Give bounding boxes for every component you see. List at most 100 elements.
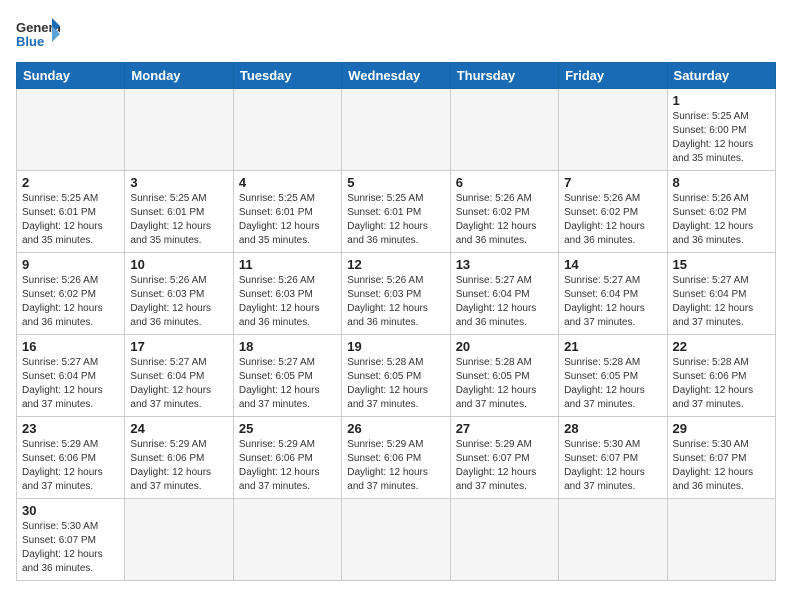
logo: General Blue (16, 16, 60, 54)
calendar-cell (342, 499, 450, 581)
weekday-header-saturday: Saturday (667, 63, 775, 89)
calendar-cell: 22Sunrise: 5:28 AMSunset: 6:06 PMDayligh… (667, 335, 775, 417)
calendar-week-row: 16Sunrise: 5:27 AMSunset: 6:04 PMDayligh… (17, 335, 776, 417)
day-number: 14 (564, 257, 661, 272)
calendar-cell: 21 Sunrise: 5:28 AMSunset: 6:05 PMDayligh… (559, 335, 667, 417)
weekday-header-wednesday: Wednesday (342, 63, 450, 89)
day-info: Sunrise: 5:30 AMSunset: 6:07 PMDaylight:… (564, 438, 661, 494)
calendar-cell: 17Sunrise: 5:27 AMSunset: 6:04 PMDayligh… (125, 335, 233, 417)
weekday-header-monday: Monday (125, 63, 233, 89)
calendar-cell: 1Sunrise: 5:25 AMSunset: 6:00 PMDaylight… (667, 89, 775, 171)
weekday-header-tuesday: Tuesday (233, 63, 341, 89)
day-info: Sunrise: 5:26 AMSunset: 6:03 PMDaylight:… (347, 274, 444, 330)
calendar-cell: 12 Sunrise: 5:26 AMSunset: 6:03 PMDayligh… (342, 253, 450, 335)
weekday-header-row: SundayMondayTuesdayWednesdayThursdayFrid… (17, 63, 776, 89)
calendar-cell: 23Sunrise: 5:29 AMSunset: 6:06 PMDayligh… (17, 417, 125, 499)
weekday-header-thursday: Thursday (450, 63, 558, 89)
calendar-cell (125, 499, 233, 581)
day-number: 13 (456, 257, 553, 272)
calendar-cell: 5 Sunrise: 5:25 AMSunset: 6:01 PMDaylight… (342, 171, 450, 253)
day-number: 4 (239, 175, 336, 190)
day-number: 1 (673, 93, 770, 108)
day-info: Sunrise: 5:25 AMSunset: 6:01 PMDaylight:… (22, 192, 119, 248)
calendar-cell (233, 499, 341, 581)
day-info: Sunrise: 5:29 AMSunset: 6:06 PMDaylight:… (347, 438, 444, 494)
day-number: 23 (22, 421, 119, 436)
calendar-cell: 10Sunrise: 5:26 AMSunset: 6:03 PMDayligh… (125, 253, 233, 335)
calendar-cell (559, 499, 667, 581)
calendar-cell: 14 Sunrise: 5:27 AMSunset: 6:04 PMDayligh… (559, 253, 667, 335)
calendar-week-row: 23 Sunrise: 5:29 AMSunset: 6:06 PMDayligh… (17, 417, 776, 499)
calendar-cell: 7 Sunrise: 5:26 AMSunset: 6:02 PMDaylight… (559, 171, 667, 253)
day-info: Sunrise: 5:25 AMSunset: 6:01 PMDaylight:… (239, 192, 336, 248)
calendar-cell: 30Sunrise: 5:30 AMSunset: 6:07 PMDayligh… (17, 499, 125, 581)
calendar-cell: 26 Sunrise: 5:29 AMSunset: 6:06 PMDayligh… (342, 417, 450, 499)
day-info: Sunrise: 5:26 AMSunset: 6:02 PMDaylight:… (22, 274, 119, 330)
day-info: Sunrise: 5:29 AMSunset: 6:06 PMDaylight:… (239, 438, 336, 494)
day-info: Sunrise: 5:25 AMSunset: 6:01 PMDaylight:… (130, 192, 227, 248)
day-number: 7 (564, 175, 661, 190)
day-number: 18 (239, 339, 336, 354)
day-number: 9 (22, 257, 119, 272)
day-number: 19 (347, 339, 444, 354)
day-number: 20 (456, 339, 553, 354)
calendar-cell: 9 Sunrise: 5:26 AMSunset: 6:02 PMDaylight… (17, 253, 125, 335)
day-info: Sunrise: 5:26 AMSunset: 6:03 PMDaylight:… (239, 274, 336, 330)
calendar-cell: 8 Sunrise: 5:26 AMSunset: 6:02 PMDaylight… (667, 171, 775, 253)
day-info: Sunrise: 5:29 AMSunset: 6:06 PMDaylight:… (130, 438, 227, 494)
weekday-header-sunday: Sunday (17, 63, 125, 89)
day-info: Sunrise: 5:27 AMSunset: 6:04 PMDaylight:… (673, 274, 770, 330)
logo-icon: General Blue (16, 16, 60, 54)
day-number: 26 (347, 421, 444, 436)
day-info: Sunrise: 5:28 AMSunset: 6:05 PMDaylight:… (564, 356, 661, 412)
day-number: 28 (564, 421, 661, 436)
day-info: Sunrise: 5:26 AMSunset: 6:03 PMDaylight:… (130, 274, 227, 330)
day-info: Sunrise: 5:30 AMSunset: 6:07 PMDaylight:… (673, 438, 770, 494)
day-number: 3 (130, 175, 227, 190)
calendar-cell: 24 Sunrise: 5:29 AMSunset: 6:06 PMDayligh… (125, 417, 233, 499)
day-info: Sunrise: 5:27 AMSunset: 6:04 PMDaylight:… (456, 274, 553, 330)
calendar-cell (450, 499, 558, 581)
calendar-table: SundayMondayTuesdayWednesdayThursdayFrid… (16, 62, 776, 581)
calendar-cell (233, 89, 341, 171)
day-info: Sunrise: 5:27 AMSunset: 6:04 PMDaylight:… (564, 274, 661, 330)
calendar-cell (17, 89, 125, 171)
day-number: 6 (456, 175, 553, 190)
day-number: 5 (347, 175, 444, 190)
day-info: Sunrise: 5:28 AMSunset: 6:05 PMDaylight:… (347, 356, 444, 412)
day-number: 29 (673, 421, 770, 436)
day-number: 30 (22, 503, 119, 518)
day-info: Sunrise: 5:26 AMSunset: 6:02 PMDaylight:… (673, 192, 770, 248)
day-info: Sunrise: 5:25 AMSunset: 6:01 PMDaylight:… (347, 192, 444, 248)
calendar-cell: 13 Sunrise: 5:27 AMSunset: 6:04 PMDayligh… (450, 253, 558, 335)
day-info: Sunrise: 5:26 AMSunset: 6:02 PMDaylight:… (564, 192, 661, 248)
weekday-header-friday: Friday (559, 63, 667, 89)
day-number: 27 (456, 421, 553, 436)
calendar-cell (125, 89, 233, 171)
day-info: Sunrise: 5:28 AMSunset: 6:05 PMDaylight:… (456, 356, 553, 412)
day-number: 24 (130, 421, 227, 436)
day-info: Sunrise: 5:28 AMSunset: 6:06 PMDaylight:… (673, 356, 770, 412)
day-number: 25 (239, 421, 336, 436)
day-info: Sunrise: 5:26 AMSunset: 6:02 PMDaylight:… (456, 192, 553, 248)
day-number: 8 (673, 175, 770, 190)
calendar-week-row: 9 Sunrise: 5:26 AMSunset: 6:02 PMDaylight… (17, 253, 776, 335)
day-number: 12 (347, 257, 444, 272)
calendar-cell: 18 Sunrise: 5:27 AMSunset: 6:05 PMDayligh… (233, 335, 341, 417)
calendar-cell: 4 Sunrise: 5:25 AMSunset: 6:01 PMDaylight… (233, 171, 341, 253)
day-info: Sunrise: 5:27 AMSunset: 6:04 PMDaylight:… (22, 356, 119, 412)
calendar-cell (342, 89, 450, 171)
calendar-week-row: 1Sunrise: 5:25 AMSunset: 6:00 PMDaylight… (17, 89, 776, 171)
day-number: 21 (564, 339, 661, 354)
calendar-cell (559, 89, 667, 171)
calendar-cell: 20 Sunrise: 5:28 AMSunset: 6:05 PMDayligh… (450, 335, 558, 417)
day-number: 15 (673, 257, 770, 272)
calendar-cell: 19 Sunrise: 5:28 AMSunset: 6:05 PMDayligh… (342, 335, 450, 417)
calendar-cell: 11 Sunrise: 5:26 AMSunset: 6:03 PMDayligh… (233, 253, 341, 335)
day-info: Sunrise: 5:29 AMSunset: 6:07 PMDaylight:… (456, 438, 553, 494)
calendar-cell: 2Sunrise: 5:25 AMSunset: 6:01 PMDaylight… (17, 171, 125, 253)
day-number: 11 (239, 257, 336, 272)
calendar-cell: 28 Sunrise: 5:30 AMSunset: 6:07 PMDayligh… (559, 417, 667, 499)
day-info: Sunrise: 5:27 AMSunset: 6:05 PMDaylight:… (239, 356, 336, 412)
calendar-cell (667, 499, 775, 581)
